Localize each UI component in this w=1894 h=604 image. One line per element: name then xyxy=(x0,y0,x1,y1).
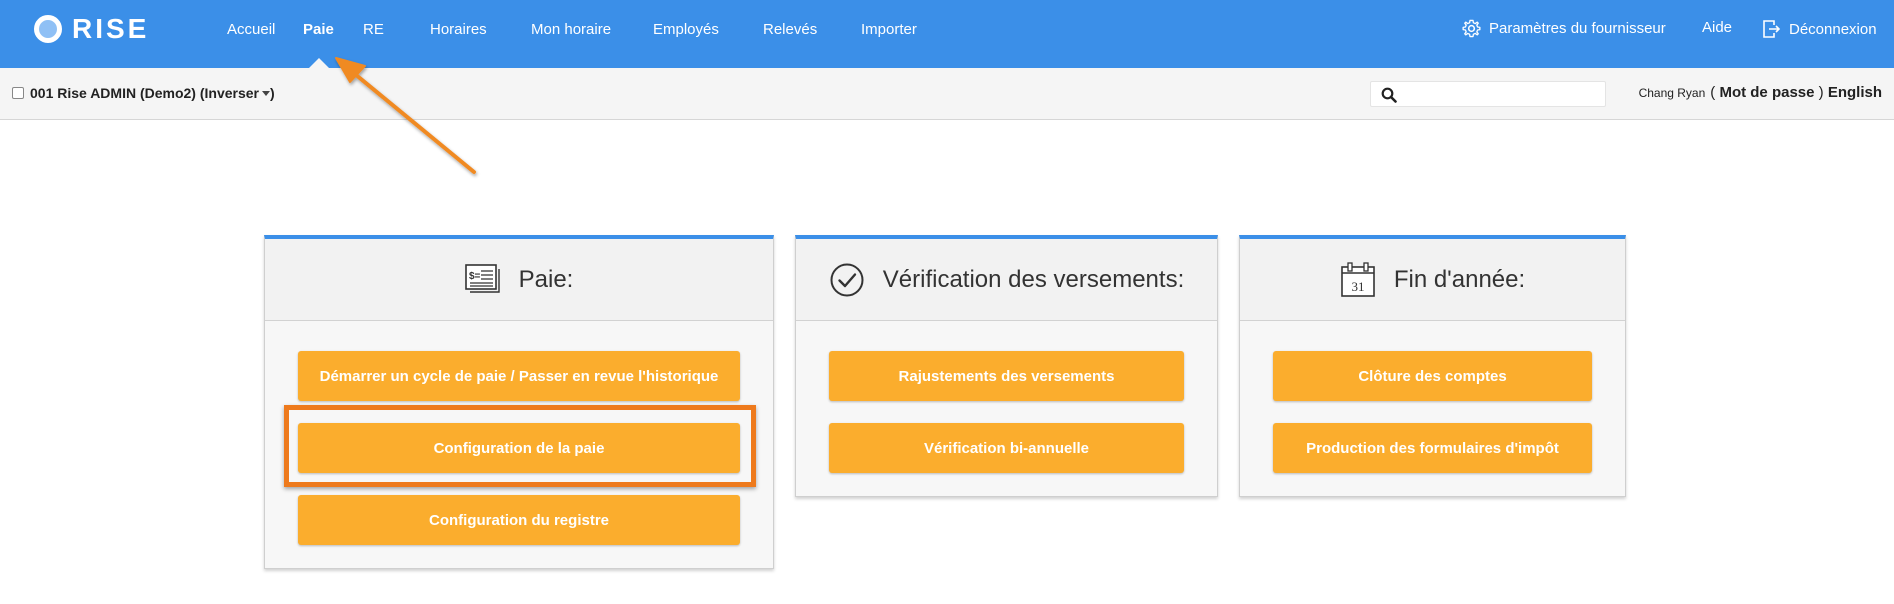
password-link[interactable]: Mot de passe xyxy=(1719,84,1814,101)
tax-forms-production-button[interactable]: Production des formulaires d'impôt xyxy=(1273,423,1592,473)
card-verification-title: Vérification des versements: xyxy=(882,265,1185,293)
calendar-day-number: 31 xyxy=(1351,279,1364,294)
card-verification-versements: Vérification des versements: Rajustement… xyxy=(795,235,1218,497)
logout-link[interactable]: Déconnexion xyxy=(1762,19,1877,39)
nav-item-releves[interactable]: Relevés xyxy=(763,21,817,38)
card-paie-title: Paie: xyxy=(518,265,574,293)
svg-text:$=: $= xyxy=(469,271,481,282)
open-paren: ( xyxy=(1710,84,1716,101)
nav-item-importer[interactable]: Importer xyxy=(861,21,917,38)
card-paie: $= Paie: Démarrer un cycle de paie / Pas… xyxy=(264,235,774,569)
nav-item-accueil[interactable]: Accueil xyxy=(227,21,275,38)
company-close-paren: ) xyxy=(270,85,275,101)
close-accounts-button[interactable]: Clôture des comptes xyxy=(1273,351,1592,401)
supplier-settings-link[interactable]: Paramètres du fournisseur xyxy=(1462,19,1666,38)
help-label: Aide xyxy=(1702,19,1733,36)
payment-adjustments-button[interactable]: Rajustements des versements xyxy=(829,351,1184,401)
logo-text: RISE xyxy=(72,13,150,44)
card-fin-annee-header: 31 Fin d'année: xyxy=(1240,239,1625,321)
highlight-box xyxy=(284,405,756,487)
start-payroll-cycle-button[interactable]: Démarrer un cycle de paie / Passer en re… xyxy=(298,351,740,401)
card-paie-header: $= Paie: xyxy=(265,239,773,321)
card-verification-header: Vérification des versements: xyxy=(796,239,1217,321)
nav-item-re[interactable]: RE xyxy=(363,21,384,38)
calendar-icon: 31 xyxy=(1341,261,1375,297)
user-info: Chang Ryan ( Mot de passe ) English xyxy=(1639,84,1882,101)
checkmark-circle-icon xyxy=(830,263,864,296)
sub-header-bar: 001 Rise ADMIN (Demo2) (Inverser ) xyxy=(0,68,1894,120)
chevron-down-icon[interactable] xyxy=(262,90,271,96)
company-name: 001 Rise ADMIN (Demo2) (Inverser xyxy=(30,85,260,101)
search-input[interactable] xyxy=(1405,85,1601,103)
user-name: Chang Ryan xyxy=(1638,86,1706,100)
top-navigation-bar: RISE Accueil Paie RE Horaires Mon horair… xyxy=(0,0,1894,68)
card-fin-annee-title: Fin d'année: xyxy=(1393,265,1526,293)
nav-item-paie[interactable]: Paie xyxy=(303,21,334,38)
logo-ring-icon xyxy=(34,15,62,43)
logout-icon xyxy=(1763,20,1781,38)
supplier-settings-label: Paramètres du fournisseur xyxy=(1489,20,1666,37)
search-icon[interactable] xyxy=(1381,87,1397,103)
search-box xyxy=(1370,81,1606,107)
nav-item-mon-horaire[interactable]: Mon horaire xyxy=(531,21,611,38)
nav-item-horaires[interactable]: Horaires xyxy=(430,21,487,38)
logout-label: Déconnexion xyxy=(1789,20,1877,38)
close-paren: ) xyxy=(1818,84,1824,101)
company-checkbox[interactable] xyxy=(12,87,24,99)
company-selector[interactable]: 001 Rise ADMIN (Demo2) (Inverser ) xyxy=(12,85,275,101)
gear-icon xyxy=(1462,19,1481,38)
language-link[interactable]: English xyxy=(1828,84,1882,101)
rise-logo[interactable]: RISE xyxy=(34,13,150,44)
nav-item-employes[interactable]: Employés xyxy=(653,21,719,38)
pay-stub-icon: $= xyxy=(464,263,500,293)
card-fin-annee: 31 Fin d'année: Clôture des comptes Prod… xyxy=(1239,235,1626,497)
help-link[interactable]: Aide xyxy=(1702,19,1732,36)
active-nav-caret xyxy=(309,58,329,68)
biannual-verification-button[interactable]: Vérification bi-annuelle xyxy=(829,423,1184,473)
register-configuration-button[interactable]: Configuration du registre xyxy=(298,495,740,545)
